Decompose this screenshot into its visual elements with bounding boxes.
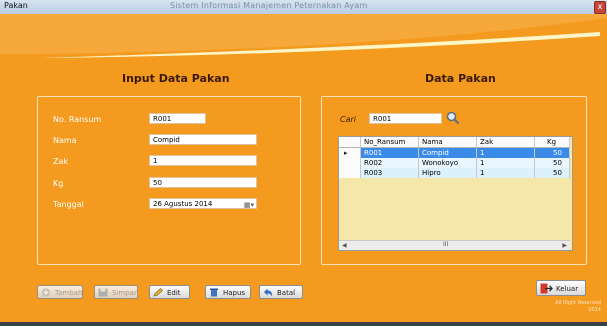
hapus-button[interactable]: Hapus: [205, 285, 251, 299]
table-cell: 50: [535, 148, 570, 158]
label-kg: Kg: [53, 179, 64, 188]
edit-label: Edit: [167, 289, 181, 297]
rights-line2: 2014: [588, 307, 601, 313]
table-row[interactable]: R003 Hipro 1 50: [339, 168, 570, 178]
tanggal-date-picker[interactable]: 26 Agustus 2014 ▦▾: [149, 198, 257, 209]
delete-icon: [210, 288, 218, 297]
rights-notice: All Right Reserved 2014: [555, 300, 601, 314]
label-no-ransum: No. Ransum: [53, 115, 102, 124]
kg-field[interactable]: 50: [149, 177, 257, 188]
zak-field[interactable]: 1: [149, 155, 257, 166]
tambah-button[interactable]: Tambah: [37, 285, 83, 299]
simpan-label: Simpan: [112, 289, 139, 297]
table-cell: 1: [477, 158, 535, 168]
edit-icon: [153, 288, 163, 297]
rights-line1: All Right Reserved: [555, 300, 601, 306]
row-pointer-icon: ▸: [339, 148, 361, 158]
batal-button[interactable]: Batal: [259, 285, 303, 299]
tanggal-value: 26 Agustus 2014: [153, 200, 213, 208]
scroll-thumb[interactable]: III: [443, 241, 448, 248]
table-cell: 1: [477, 168, 535, 178]
label-nama: Nama: [53, 136, 77, 145]
keluar-label: Keluar: [556, 285, 579, 293]
column-header[interactable]: Zak: [477, 137, 535, 147]
label-zak: Zak: [53, 157, 69, 166]
add-icon: [42, 288, 50, 297]
save-icon: [98, 288, 108, 297]
horizontal-scrollbar[interactable]: ◀ III ▶: [339, 240, 570, 250]
tambah-label: Tambah: [55, 289, 83, 297]
hapus-label: Hapus: [223, 289, 246, 297]
calendar-icon[interactable]: ▦▾: [244, 200, 254, 211]
table-row[interactable]: ▸ R001 Compid 1 50: [339, 148, 570, 158]
scroll-right-icon[interactable]: ▶: [562, 242, 567, 249]
table-cell: Wonokoyo: [419, 158, 477, 168]
table-cell: R003: [361, 168, 419, 178]
close-button[interactable]: x: [594, 1, 606, 14]
app-title: Sistem Informasi Manajemen Peternakan Ay…: [170, 1, 368, 10]
table-cell: 50: [535, 168, 570, 178]
simpan-button[interactable]: Simpan: [94, 285, 138, 299]
keluar-button[interactable]: Keluar: [536, 280, 586, 296]
exit-icon: [540, 283, 553, 294]
window-title: Pakan: [4, 1, 28, 10]
pakan-window: Pakan Sistem Informasi Manajemen Peterna…: [0, 0, 607, 322]
close-icon: x: [597, 2, 603, 11]
table-cell: R002: [361, 158, 419, 168]
taskbar-strip: [0, 322, 607, 326]
table-cell: Hipro: [419, 168, 477, 178]
data-heading: Data Pakan: [425, 72, 496, 85]
table-cell: 50: [535, 158, 570, 168]
label-tanggal: Tanggal: [53, 200, 84, 209]
search-icon[interactable]: [446, 111, 460, 125]
edit-button[interactable]: Edit: [149, 285, 190, 299]
input-heading: Input Data Pakan: [122, 72, 230, 85]
column-header[interactable]: Nama: [419, 137, 477, 147]
header-banner: [0, 14, 607, 58]
table-cell: 1: [477, 148, 535, 158]
nama-field[interactable]: Compid: [149, 134, 257, 145]
table-row[interactable]: R002 Wonokoyo 1 50: [339, 158, 570, 168]
batal-label: Batal: [277, 289, 296, 297]
search-input[interactable]: R001: [369, 113, 442, 124]
data-pakan-grid[interactable]: No_Ransum Nama Zak Kg ▸ R001 Compid 1 50…: [338, 136, 573, 251]
label-cari: Cari: [340, 115, 356, 124]
table-cell: Compid: [419, 148, 477, 158]
column-header[interactable]: No_Ransum: [361, 137, 419, 147]
grid-header: No_Ransum Nama Zak Kg: [339, 137, 570, 148]
column-header[interactable]: Kg: [535, 137, 570, 147]
undo-icon: [264, 288, 273, 297]
no-ransum-field[interactable]: R001: [149, 113, 206, 124]
title-bar: Pakan Sistem Informasi Manajemen Peterna…: [0, 0, 607, 15]
table-cell: R001: [361, 148, 419, 158]
scroll-left-icon[interactable]: ◀: [342, 242, 347, 249]
